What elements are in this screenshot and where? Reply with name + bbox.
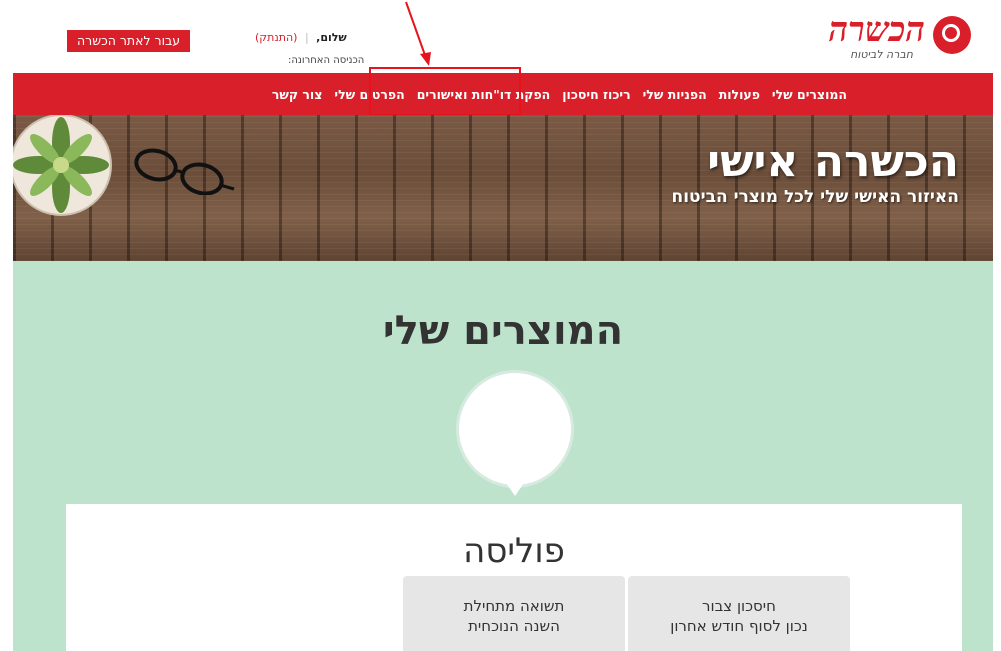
greeting-text: שלום, xyxy=(316,31,347,44)
user-greeting: שלום, | (התנתק) xyxy=(255,31,347,44)
glasses-decoration-icon xyxy=(134,148,235,195)
last-login-label: הכניסה האחרונה: xyxy=(288,55,365,66)
savings-tile-sublabel: נכון לסוף חודש אחרון xyxy=(670,617,808,635)
policy-card-title: פוליסה xyxy=(463,531,565,571)
product-bubble-icon xyxy=(459,373,571,485)
yield-tile[interactable]: תשואה מתחילת השנה הנוכחית xyxy=(403,576,625,651)
savings-tile[interactable]: חיסכון צבור נכון לסוף חודש אחרון xyxy=(628,576,850,651)
hero-banner: הכשרה אישי האיזור האישי שלי לכל מוצרי הב… xyxy=(13,115,993,261)
hero-subtitle: האיזור האישי שלי לכל מוצרי הביטוח xyxy=(671,187,959,207)
annotation-highlight-box xyxy=(369,67,521,116)
products-section: המוצרים שלי פוליסה חיסכון צבור נכון לסוף… xyxy=(13,261,993,651)
policy-card: פוליסה חיסכון צבור נכון לסוף חודש אחרון … xyxy=(66,504,962,651)
yield-tile-label: תשואה מתחילת xyxy=(463,597,565,615)
products-title: המוצרים שלי xyxy=(382,308,624,354)
logout-link[interactable]: (התנתק) xyxy=(255,31,297,44)
logo-text: הכשרה xyxy=(828,10,925,50)
annotation-arrow-icon xyxy=(405,1,431,66)
logo-subtitle: חברה לביטוח xyxy=(850,48,913,61)
brand-logo[interactable]: הכשרה חברה לביטוח xyxy=(821,8,971,66)
nav-item-my-requests[interactable]: הפניות שלי xyxy=(637,87,713,102)
logo-badge-icon xyxy=(933,16,971,54)
divider: | xyxy=(304,31,309,44)
savings-tile-label: חיסכון צבור xyxy=(702,597,776,615)
hero-title: הכשרה אישי xyxy=(707,136,959,187)
nav-item-actions[interactable]: פעולות xyxy=(713,87,766,102)
nav-item-my-products[interactable]: המוצרים שלי xyxy=(766,87,853,102)
nav-item-savings-summary[interactable]: ריכוז חיסכון xyxy=(556,87,636,102)
plant-decoration-icon xyxy=(13,115,112,216)
bubble-tail xyxy=(500,474,530,496)
go-to-site-button[interactable]: עבור לאתר הכשרה xyxy=(67,30,191,52)
nav-item-contact[interactable]: צור קשר xyxy=(266,87,329,102)
yield-tile-sublabel: השנה הנוכחית xyxy=(468,617,560,635)
